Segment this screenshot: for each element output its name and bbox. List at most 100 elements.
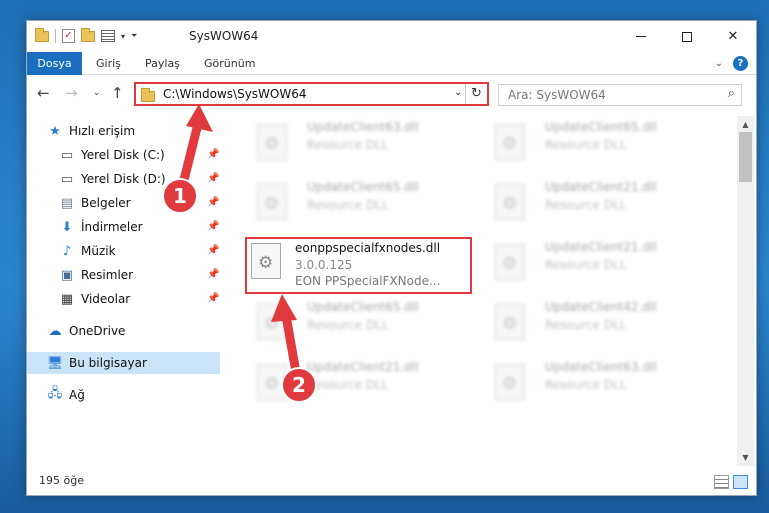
- maximize-button[interactable]: [664, 21, 710, 52]
- dll-file-icon: [495, 124, 525, 160]
- tab-share[interactable]: Paylaş: [145, 52, 180, 75]
- dll-file-icon: [257, 124, 287, 160]
- sidebar-item-label: Hızlı erişim: [69, 124, 136, 138]
- music-icon: ♪: [62, 243, 72, 259]
- help-icon[interactable]: ?: [733, 56, 748, 71]
- expand-ribbon-icon[interactable]: ⌄: [715, 58, 723, 69]
- qat-separator: [55, 29, 56, 43]
- pictures-icon: ▣: [60, 267, 74, 283]
- file-desc: Resource DLL: [307, 198, 389, 212]
- file-name: UpdateClient21.dll: [307, 360, 419, 374]
- file-desc: Resource DLL: [307, 318, 389, 332]
- window-title: SysWOW64: [189, 29, 259, 43]
- star-icon: ★: [49, 123, 61, 139]
- sidebar-item-label: Ağ: [69, 388, 85, 402]
- file-tile[interactable]: UpdateClient21.dll Resource DLL: [481, 236, 713, 294]
- sidebar-item-label: Belgeler: [81, 196, 131, 210]
- navigation-bar: ← → ⌄ ↑ C:\Windows\SysWOW64 ⌄ ↻ Ara: Sys…: [27, 76, 756, 112]
- file-desc: Resource DLL: [545, 318, 627, 332]
- recent-locations-icon[interactable]: ⌄: [93, 88, 101, 98]
- search-box[interactable]: Ara: SysWOW64 ⌕: [498, 84, 742, 106]
- maximize-icon: [682, 31, 692, 42]
- drive-icon: ▭: [60, 171, 74, 187]
- file-name: UpdateClient21.dll: [545, 240, 657, 254]
- window-controls: ✕: [618, 21, 756, 52]
- tab-file[interactable]: Dosya: [27, 52, 82, 75]
- scroll-down-icon[interactable]: ▼: [737, 449, 754, 466]
- sidebar-item-label: OneDrive: [69, 324, 126, 338]
- file-tile[interactable]: UpdateClient63.dll Resource DLL: [481, 356, 713, 414]
- file-tile[interactable]: UpdateClient65.dll Resource DLL: [243, 296, 475, 354]
- sidebar-item-local-disk-c[interactable]: ▭ Yerel Disk (C:): [59, 144, 165, 166]
- network-icon: 🖧: [47, 386, 63, 401]
- search-icon[interactable]: ⌕: [728, 86, 735, 101]
- pin-icon[interactable]: 📌: [207, 149, 219, 160]
- ribbon-right-controls: ⌄ ?: [715, 56, 748, 71]
- large-icons-view-icon[interactable]: [733, 475, 748, 489]
- tab-home[interactable]: Giriş: [96, 52, 121, 75]
- dll-file-icon: [495, 244, 525, 280]
- vertical-scrollbar[interactable]: ▲ ▼: [737, 116, 754, 466]
- customize-qat-icon[interactable]: ⏷: [131, 31, 137, 41]
- chevron-down-icon[interactable]: ▾: [121, 32, 125, 41]
- sidebar-item-quick-access[interactable]: ★ Hızlı erişim: [47, 120, 135, 142]
- sidebar-item-local-disk-d[interactable]: ▭ Yerel Disk (D:): [59, 168, 166, 190]
- properties-check-icon[interactable]: ✓: [62, 29, 75, 43]
- file-desc: Resource DLL: [545, 378, 627, 392]
- sidebar-item-documents[interactable]: ▤ Belgeler: [59, 192, 131, 214]
- pin-icon[interactable]: 📌: [207, 197, 219, 208]
- address-bar[interactable]: C:\Windows\SysWOW64 ⌄ ↻: [134, 82, 489, 106]
- sidebar-item-label: Resimler: [81, 268, 134, 282]
- dll-file-icon: [495, 364, 525, 400]
- scroll-thumb[interactable]: [739, 132, 752, 182]
- sidebar-item-onedrive[interactable]: ☁ OneDrive: [47, 320, 126, 342]
- file-tile-highlighted[interactable]: eonppspecialfxnodes.dll 3.0.0.125 EON PP…: [245, 237, 472, 294]
- file-tile[interactable]: UpdateClient21.dll Resource DLL: [481, 176, 713, 234]
- file-tile[interactable]: UpdateClient65.dll Resource DLL: [481, 116, 713, 174]
- file-name: UpdateClient65.dll: [307, 180, 419, 194]
- sidebar-item-network[interactable]: 🖧 Ağ: [47, 384, 85, 406]
- tab-view[interactable]: Görünüm: [204, 52, 255, 75]
- file-desc: Resource DLL: [545, 258, 627, 272]
- pin-icon[interactable]: 📌: [207, 245, 219, 256]
- file-list: UpdateClient63.dll Resource DLL UpdateCl…: [231, 116, 737, 466]
- sidebar-item-label: Müzik: [81, 244, 116, 258]
- file-tile[interactable]: UpdateClient65.dll Resource DLL: [243, 176, 475, 234]
- scroll-up-icon[interactable]: ▲: [737, 116, 754, 133]
- sidebar-item-downloads[interactable]: ⬇ İndirmeler: [59, 216, 143, 238]
- sidebar-item-label: Yerel Disk (D:): [81, 172, 166, 186]
- folder-icon: [141, 88, 155, 102]
- file-desc: Resource DLL: [307, 378, 389, 392]
- file-name: UpdateClient42.dll: [545, 300, 657, 314]
- pin-icon[interactable]: 📌: [207, 221, 219, 232]
- list-view-icon[interactable]: [101, 30, 115, 42]
- quick-access-toolbar: ✓ ▾ ⏷: [35, 27, 137, 43]
- videos-icon: ▦: [60, 291, 74, 307]
- details-view-icon[interactable]: [714, 475, 729, 489]
- pin-icon[interactable]: 📌: [207, 173, 219, 184]
- sidebar-item-this-pc[interactable]: 🖥 Bu bilgisayar: [27, 352, 220, 374]
- sidebar-item-videos[interactable]: ▦ Videolar: [59, 288, 130, 310]
- close-button[interactable]: ✕: [710, 21, 756, 52]
- refresh-icon[interactable]: ↻: [465, 84, 487, 104]
- sidebar-item-music[interactable]: ♪ Müzik: [59, 240, 116, 262]
- pin-icon[interactable]: 📌: [207, 293, 219, 304]
- search-placeholder: Ara: SysWOW64: [508, 88, 606, 102]
- documents-icon: ▤: [60, 195, 74, 211]
- file-name: UpdateClient21.dll: [545, 180, 657, 194]
- sidebar-item-label: İndirmeler: [81, 220, 143, 234]
- minimize-button[interactable]: [618, 21, 664, 52]
- address-dropdown-icon[interactable]: ⌄: [454, 87, 462, 98]
- drive-icon: ▭: [60, 147, 74, 163]
- forward-icon[interactable]: →: [65, 84, 78, 102]
- file-tile[interactable]: UpdateClient63.dll Resource DLL: [243, 116, 475, 174]
- up-icon[interactable]: ↑: [111, 84, 124, 102]
- file-tile[interactable]: UpdateClient21.dll Resource DLL: [243, 356, 475, 414]
- file-tile[interactable]: UpdateClient42.dll Resource DLL: [481, 296, 713, 354]
- back-icon[interactable]: ←: [37, 84, 50, 102]
- pin-icon[interactable]: 📌: [207, 269, 219, 280]
- title-bar: ✓ ▾ ⏷ SysWOW64 ✕: [27, 21, 756, 52]
- sidebar-item-pictures[interactable]: ▣ Resimler: [59, 264, 133, 286]
- dll-file-icon: [495, 184, 525, 220]
- new-folder-icon[interactable]: [81, 27, 95, 42]
